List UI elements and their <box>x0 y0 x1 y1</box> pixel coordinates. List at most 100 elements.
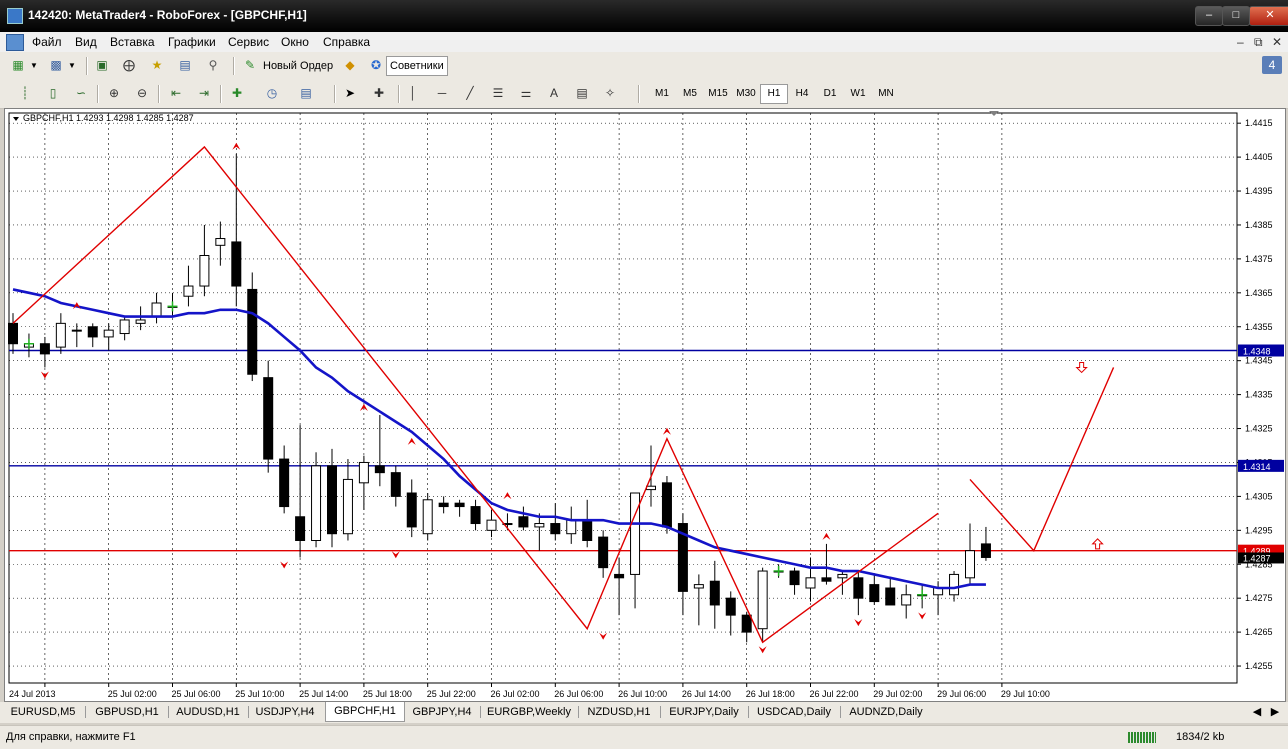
metaeditor-icon[interactable]: ◆ <box>342 57 358 73</box>
vertical-line-icon[interactable]: │ <box>405 85 421 101</box>
equidistant-channel-icon[interactable]: ☰ <box>490 85 506 101</box>
mdi-minimize-icon[interactable]: – <box>1237 35 1244 49</box>
chart-tabs: EURUSD,M5 GBPUSD,H1 AUDUSD,H1 USDJPY,H4 … <box>0 702 1288 723</box>
zoom-out-icon[interactable]: ⊖ <box>134 85 150 101</box>
symbol-info: GBPCHF,H1 1.4293 1.4298 1.4285 1.4287 <box>23 113 194 123</box>
arrows-icon[interactable]: ✧ <box>602 85 618 101</box>
candle-body <box>151 302 162 318</box>
tab-gbpusd-h1[interactable]: GBPUSD,H1 <box>88 704 166 720</box>
bar-chart-icon[interactable]: ┊ <box>17 85 33 101</box>
menu-tools[interactable]: Сервис <box>228 35 269 49</box>
line-chart-icon[interactable]: ∽ <box>73 85 89 101</box>
menu-view[interactable]: Вид <box>75 35 97 49</box>
crosshair-icon[interactable]: ✚ <box>371 85 387 101</box>
fibonacci-icon[interactable]: ⚌ <box>518 85 534 101</box>
timeframe-w1[interactable]: W1 <box>844 84 872 104</box>
trendline-icon[interactable]: ╱ <box>462 85 478 101</box>
tab-audnzd-daily[interactable]: AUDNZD,Daily <box>842 704 930 720</box>
x-tick-label: 29 Jul 06:00 <box>937 689 986 699</box>
candle-body <box>342 478 353 535</box>
candlestick-icon[interactable]: ▯ <box>45 85 61 101</box>
close-button[interactable]: ✕ <box>1249 6 1288 26</box>
tab-nzdusd-h1[interactable]: NZDUSD,H1 <box>580 704 658 720</box>
tab-separator <box>168 706 169 718</box>
x-tick-label: 25 Jul 02:00 <box>108 689 157 699</box>
menu-insert[interactable]: Вставка <box>110 35 155 49</box>
chart-shift-icon[interactable]: ⇥ <box>196 85 212 101</box>
zoom-in-icon[interactable]: ⊕ <box>106 85 122 101</box>
market-watch-icon[interactable]: ▣ <box>94 57 110 73</box>
profiles-icon[interactable]: ▩ <box>48 57 64 73</box>
indicators-icon[interactable]: ✚ <box>229 85 245 101</box>
mdi-close-icon[interactable]: ✕ <box>1272 35 1282 49</box>
mdi-restore-icon[interactable]: ⧉ <box>1254 35 1263 50</box>
tab-scroll-right-icon[interactable]: ▶ <box>1268 704 1282 720</box>
price-chart[interactable]: 1.4415 1.4405 1.4395 1.4385 1.4375 1.4365 1.43… <box>5 109 1285 701</box>
candle-body <box>39 343 50 355</box>
tab-usdjpy-h4[interactable]: USDJPY,H4 <box>250 704 320 720</box>
y-tick-label: 1.4385 <box>1245 220 1273 230</box>
navigator-icon[interactable]: ★ <box>149 57 165 73</box>
expert-advisors-icon[interactable]: ✪ <box>368 57 384 73</box>
y-tick-label: 1.4355 <box>1245 322 1273 332</box>
menu-help[interactable]: Справка <box>323 35 370 49</box>
timeframe-m1[interactable]: M1 <box>648 84 676 104</box>
text-icon[interactable]: A <box>546 85 562 101</box>
chart-window[interactable]: 1.4415 1.4405 1.4395 1.4385 1.4375 1.4365 1.43… <box>4 108 1286 702</box>
auto-scroll-icon[interactable]: ⇤ <box>168 85 184 101</box>
candle-body <box>789 570 800 586</box>
chart-window-icon[interactable] <box>6 34 24 51</box>
timeframe-mn[interactable]: MN <box>872 84 900 104</box>
minimize-button[interactable]: – <box>1195 6 1223 26</box>
timeframe-h4[interactable]: H4 <box>788 84 816 104</box>
menu-charts[interactable]: Графики <box>168 35 216 49</box>
y-tick-label: 1.4265 <box>1245 627 1273 637</box>
expert-advisors-button[interactable]: Советники <box>386 56 448 76</box>
menu-file[interactable]: Файл <box>32 35 62 49</box>
x-tick-label: 26 Jul 10:00 <box>618 689 667 699</box>
templates-icon[interactable]: ▤ <box>298 85 314 101</box>
charts-toolbar: ┊ ▯ ∽ ⊕ ⊖ ⇤ ⇥ ✚ ◷ ▤ ➤ ✚ │ ─ ╱ ☰ ⚌ A ▤ ✧ … <box>0 80 1288 109</box>
menu-window[interactable]: Окно <box>281 35 309 49</box>
maximize-button[interactable]: □ <box>1222 6 1250 26</box>
tab-gbpchf-h1[interactable]: GBPCHF,H1 <box>325 702 405 722</box>
new-chart-icon[interactable]: ▦ <box>10 57 26 73</box>
data-window-icon[interactable]: ⨁ <box>121 57 137 73</box>
new-order-icon[interactable]: ✎ <box>242 57 258 73</box>
tab-eurusd-m5[interactable]: EURUSD,M5 <box>4 704 82 720</box>
candle-body <box>805 577 816 589</box>
candle-body <box>534 523 545 528</box>
tab-eurgbp-weekly[interactable]: EURGBP,Weekly <box>482 704 576 720</box>
candle-body <box>263 377 274 460</box>
tab-separator <box>480 706 481 718</box>
tab-scroll-left-icon[interactable]: ◀ <box>1250 704 1264 720</box>
tab-usdcad-daily[interactable]: USDCAD,Daily <box>750 704 838 720</box>
timeframe-m15[interactable]: M15 <box>704 84 732 104</box>
timeframe-m5[interactable]: M5 <box>676 84 704 104</box>
strategy-tester-icon[interactable]: ⚲ <box>205 57 221 73</box>
candle-body <box>119 319 130 335</box>
timeframe-h1[interactable]: H1 <box>760 84 788 104</box>
level-price-label: 1.4314 <box>1243 462 1271 472</box>
profiles-dropdown-icon[interactable]: ▼ <box>64 57 80 73</box>
cursor-icon[interactable]: ➤ <box>342 85 358 101</box>
candle-body <box>693 584 704 589</box>
candle-body <box>853 577 864 599</box>
candle-body <box>741 614 752 633</box>
text-label-icon[interactable]: ▤ <box>574 85 590 101</box>
tab-gbpjpy-h4[interactable]: GBPJPY,H4 <box>406 704 478 720</box>
new-order-button[interactable]: Новый Ордер <box>259 56 337 76</box>
horizontal-line-icon[interactable]: ─ <box>434 85 450 101</box>
app-icon <box>7 8 23 24</box>
x-tick-label: 26 Jul 02:00 <box>491 689 540 699</box>
timeframe-d1[interactable]: D1 <box>816 84 844 104</box>
new-chart-dropdown-icon[interactable]: ▼ <box>26 57 42 73</box>
tab-audusd-h1[interactable]: AUDUSD,H1 <box>170 704 246 720</box>
timeframe-m30[interactable]: M30 <box>732 84 760 104</box>
terminal-toggle-icon[interactable]: 4 <box>1262 56 1282 74</box>
periods-clock-icon[interactable]: ◷ <box>264 85 280 101</box>
candle-body <box>518 516 529 528</box>
tab-eurjpy-daily[interactable]: EURJPY,Daily <box>662 704 746 720</box>
terminal-icon[interactable]: ▤ <box>177 57 193 73</box>
candle-body <box>614 573 625 579</box>
